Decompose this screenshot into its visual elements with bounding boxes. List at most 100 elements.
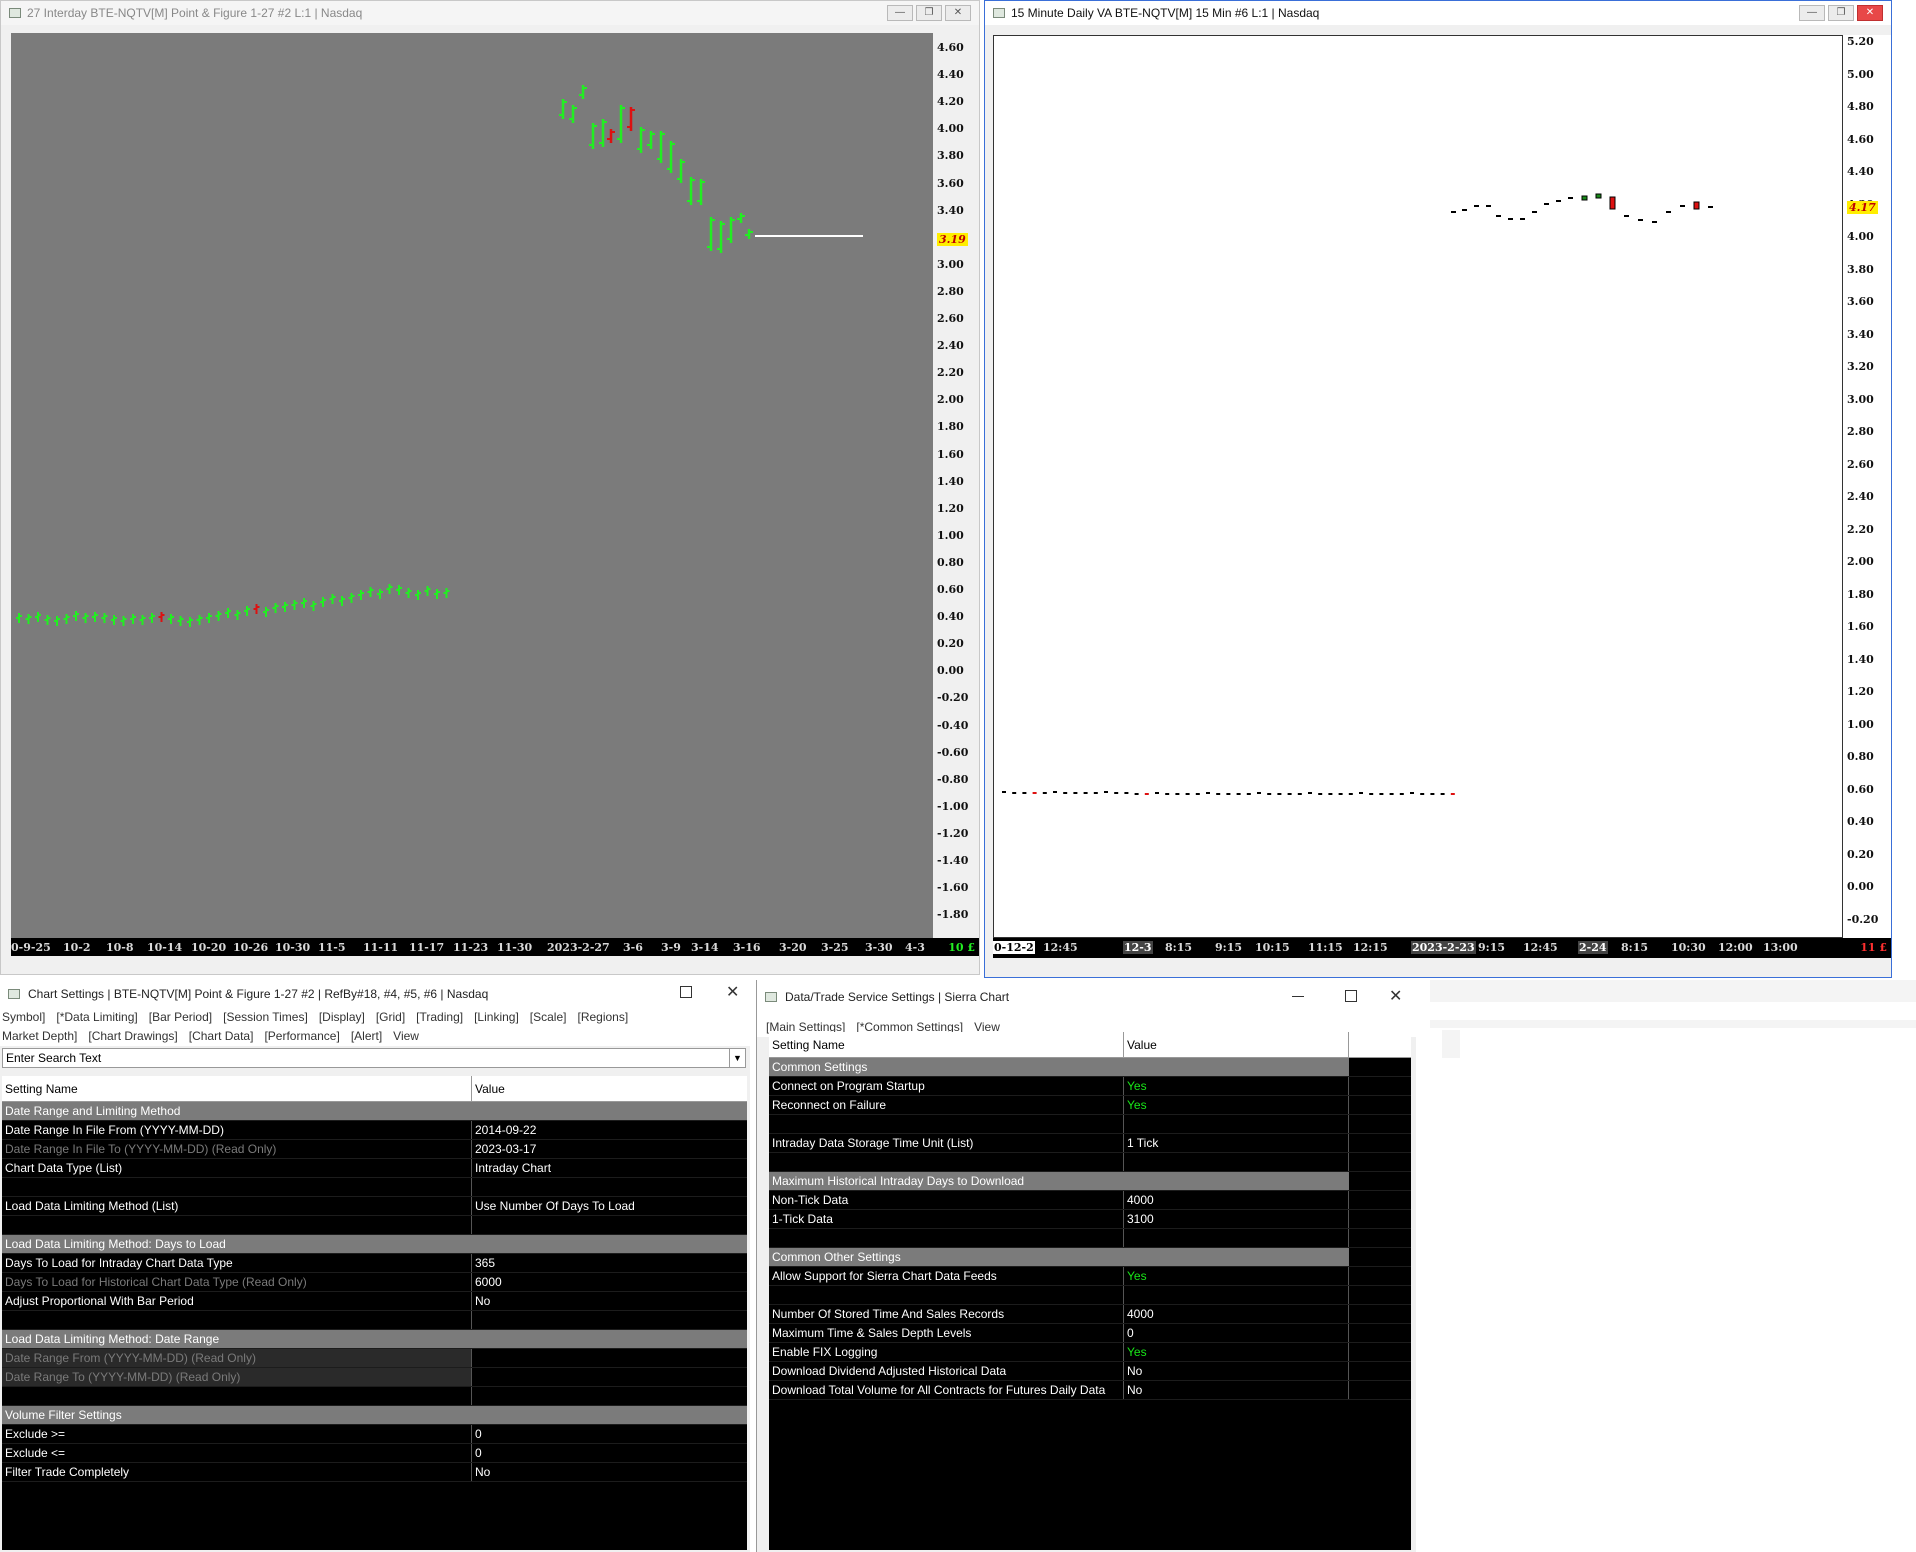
settings-row[interactable]: Date Range To (YYYY-MM-DD) (Read Only) xyxy=(2,1368,747,1387)
setting-value[interactable]: Yes xyxy=(1124,1077,1349,1095)
settings-tab[interactable]: [Trading] xyxy=(416,1010,463,1024)
settings-row[interactable] xyxy=(769,1286,1411,1305)
chart-settings-tabs[interactable]: Symbol] [*Data Limiting] [Bar Period] [Sess… xyxy=(0,1008,750,1027)
settings-row[interactable] xyxy=(2,1387,747,1406)
settings-row[interactable]: Load Data Limiting Method: Days to Load xyxy=(2,1235,747,1254)
settings-row[interactable] xyxy=(2,1311,747,1330)
settings-row[interactable]: Number Of Stored Time And Sales Records 4… xyxy=(769,1305,1411,1324)
chart2-titlebar[interactable]: 15 Minute Daily VA BTE-NQTV[M] 15 Min #6… xyxy=(985,1,1891,25)
setting-value[interactable] xyxy=(472,1216,747,1234)
settings-row[interactable] xyxy=(769,1115,1411,1134)
settings-row[interactable]: Exclude <= 0 xyxy=(2,1444,747,1463)
settings-row[interactable]: Days To Load for Intraday Chart Data Typ… xyxy=(2,1254,747,1273)
setting-value[interactable] xyxy=(472,1387,747,1405)
settings-tab[interactable]: Symbol] xyxy=(2,1010,45,1024)
setting-value[interactable] xyxy=(1124,1115,1349,1133)
chevron-down-icon[interactable]: ▼ xyxy=(729,1049,745,1067)
chart2-price-scale[interactable]: 5.205.004.804.604.404.204.003.803.603.40… xyxy=(1843,35,1891,938)
chart1-price-scale[interactable]: 4.604.404.204.003.803.603.403.203.002.80… xyxy=(933,33,979,938)
settings-row[interactable]: Non-Tick Data 4000 xyxy=(769,1191,1411,1210)
settings-row[interactable]: Chart Data Type (List) Intraday Chart xyxy=(2,1159,747,1178)
setting-value[interactable]: 0 xyxy=(472,1444,747,1462)
setting-value[interactable]: 3100 xyxy=(1124,1210,1349,1228)
settings-row[interactable] xyxy=(769,1229,1411,1248)
setting-value[interactable]: No xyxy=(1124,1381,1349,1399)
column-header-value[interactable]: Value xyxy=(472,1076,747,1101)
minimize-button[interactable] xyxy=(1292,996,1304,997)
settings-row[interactable]: Date Range and Limiting Method xyxy=(2,1102,747,1121)
settings-row[interactable]: Enable FIX Logging Yes xyxy=(769,1343,1411,1362)
maximize-button[interactable] xyxy=(680,986,692,998)
chart1-titlebar[interactable]: 27 Interday BTE-NQTV[M] Point & Figure 1… xyxy=(1,1,979,25)
minimize-button[interactable]: — xyxy=(887,5,913,21)
service-settings-titlebar[interactable]: Data/Trade Service Settings | Sierra Cha… xyxy=(757,980,1416,1014)
settings-row[interactable]: Filter Trade Completely No xyxy=(2,1463,747,1482)
settings-tab[interactable]: [Alert] xyxy=(351,1029,382,1043)
close-button[interactable]: ✕ xyxy=(1857,5,1883,21)
setting-value[interactable]: Use Number Of Days To Load xyxy=(472,1197,747,1215)
chart2-scroll-area[interactable] xyxy=(993,958,1891,977)
chart-settings-grid[interactable]: Setting Name Value Date Range and Limiting… xyxy=(2,1076,747,1550)
close-button[interactable]: ✕ xyxy=(1389,986,1402,1006)
setting-value[interactable]: 4000 xyxy=(1124,1305,1349,1323)
settings-row[interactable]: Common Settings xyxy=(769,1058,1411,1077)
settings-row[interactable]: Allow Support for Sierra Chart Data Feed… xyxy=(769,1267,1411,1286)
settings-row[interactable]: Intraday Data Storage Time Unit (List) 1 … xyxy=(769,1134,1411,1153)
close-button[interactable]: ✕ xyxy=(726,982,739,1002)
setting-value[interactable]: Intraday Chart xyxy=(472,1159,747,1177)
setting-value[interactable]: No xyxy=(472,1292,747,1310)
settings-row[interactable]: Connect on Program Startup Yes xyxy=(769,1077,1411,1096)
column-header-name[interactable]: Setting Name xyxy=(2,1076,472,1101)
settings-row[interactable]: Days To Load for Historical Chart Data T… xyxy=(2,1273,747,1292)
settings-tab[interactable]: [Bar Period] xyxy=(149,1010,212,1024)
restore-button[interactable]: ❐ xyxy=(1828,5,1854,21)
settings-row[interactable]: Volume Filter Settings xyxy=(2,1406,747,1425)
service-settings-grid[interactable]: Setting Name Value Common Settings Connect … xyxy=(769,1032,1411,1550)
setting-value[interactable] xyxy=(472,1349,747,1367)
settings-tab[interactable]: [Performance] xyxy=(264,1029,339,1043)
chart2-time-scale[interactable]: 0-12-2 12:45 12-3 8:15 9:15 10:15 11:15 12:15 20… xyxy=(993,938,1891,958)
settings-tab[interactable]: View xyxy=(393,1029,419,1043)
settings-tab[interactable]: [Display] xyxy=(319,1010,365,1024)
chart1-window[interactable]: 27 Interday BTE-NQTV[M] Point & Figure 1… xyxy=(0,0,980,975)
chart2-plot-area[interactable] xyxy=(993,35,1843,938)
setting-value[interactable] xyxy=(1124,1229,1349,1247)
chart1-time-scale[interactable]: 0-9-25 10-2 10-8 10-14 10-20 10-26 10-30 11-5 11… xyxy=(11,938,979,956)
settings-tab[interactable]: [Linking] xyxy=(474,1010,519,1024)
settings-tab[interactable]: [Scale] xyxy=(530,1010,567,1024)
setting-value[interactable]: 2023-03-17 xyxy=(472,1140,747,1158)
setting-value[interactable]: 0 xyxy=(472,1425,747,1443)
settings-row[interactable]: Date Range From (YYYY-MM-DD) (Read Only) xyxy=(2,1349,747,1368)
setting-value[interactable]: Yes xyxy=(1124,1267,1349,1285)
setting-value[interactable]: 4000 xyxy=(1124,1191,1349,1209)
settings-row[interactable]: Download Dividend Adjusted Historical Da… xyxy=(769,1362,1411,1381)
settings-tab[interactable]: Market Depth] xyxy=(2,1029,77,1043)
setting-value[interactable] xyxy=(1124,1153,1349,1171)
maximize-button[interactable] xyxy=(1345,990,1357,1002)
close-button[interactable]: ✕ xyxy=(945,5,971,21)
service-settings-dialog[interactable]: Data/Trade Service Settings | Sierra Cha… xyxy=(756,980,1416,1552)
settings-tab[interactable]: [Session Times] xyxy=(223,1010,308,1024)
settings-row[interactable]: Date Range In File From (YYYY-MM-DD) 2014… xyxy=(2,1121,747,1140)
settings-row[interactable]: Maximum Historical Intraday Days to Down… xyxy=(769,1172,1411,1191)
chart-settings-titlebar[interactable]: Chart Settings | BTE-NQTV[M] Point & Fig… xyxy=(0,980,750,1008)
settings-row[interactable] xyxy=(2,1216,747,1235)
settings-row[interactable]: Load Data Limiting Method (List) Use Numb… xyxy=(2,1197,747,1216)
setting-value[interactable]: Yes xyxy=(1124,1096,1349,1114)
setting-value[interactable]: 6000 xyxy=(472,1273,747,1291)
chart1-plot-area[interactable] xyxy=(11,33,933,938)
settings-row[interactable]: Date Range In File To (YYYY-MM-DD) (Read… xyxy=(2,1140,747,1159)
setting-value[interactable]: Yes xyxy=(1124,1343,1349,1361)
setting-value[interactable] xyxy=(1124,1286,1349,1304)
settings-row[interactable] xyxy=(769,1153,1411,1172)
chart-settings-dialog[interactable]: Chart Settings | BTE-NQTV[M] Point & Fig… xyxy=(0,980,750,1552)
setting-value[interactable] xyxy=(472,1368,747,1386)
minimize-button[interactable]: — xyxy=(1799,5,1825,21)
setting-value[interactable]: 365 xyxy=(472,1254,747,1272)
settings-row[interactable]: Load Data Limiting Method: Date Range xyxy=(2,1330,747,1349)
restore-button[interactable]: ❐ xyxy=(916,5,942,21)
settings-row[interactable]: Common Other Settings xyxy=(769,1248,1411,1267)
settings-tab[interactable]: [Grid] xyxy=(376,1010,405,1024)
settings-row[interactable]: Reconnect on Failure Yes xyxy=(769,1096,1411,1115)
settings-row[interactable]: 1-Tick Data 3100 xyxy=(769,1210,1411,1229)
